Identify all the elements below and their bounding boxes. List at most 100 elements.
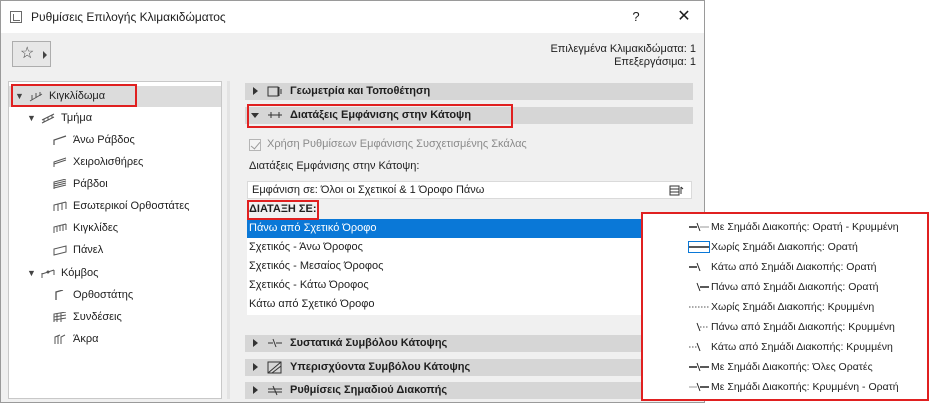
node-icon <box>41 269 55 278</box>
list-row-above-home-story[interactable]: Πάνω από Σχετικό Όροφο <box>247 219 692 238</box>
popup-item-no-break-visible[interactable]: Χωρίς Σημάδι Διακοπής: Ορατή <box>688 238 927 257</box>
tree-label-rails: Ράβδοι <box>73 178 108 190</box>
popup-item-below-break-visible[interactable]: Κάτω από Σημάδι Διακοπής: Ορατή <box>689 258 927 277</box>
popup-item-below-break-hidden[interactable]: Κάτω από Σημάδι Διακοπής: Κρυμμένη <box>689 338 927 357</box>
popup-gutter <box>643 214 688 399</box>
tree-label-node: Κόμβος <box>61 267 99 279</box>
window-title: Ρυθμίσεις Επιλογής Κλιμακιδώματος <box>31 10 226 24</box>
title-bar: Ρυθμίσεις Επιλογής Κλιμακιδώματος ? ✕ <box>1 1 704 33</box>
tree-label-segment: Τμήμα <box>61 112 93 124</box>
panel-header-geometry[interactable]: Γεωμετρία και Τοποθέτηση <box>245 83 693 100</box>
popup-item-break-all-visible[interactable]: Με Σημάδι Διακοπής: Όλες Ορατές <box>689 358 927 377</box>
collapse-arrow-icon[interactable]: ▼ <box>27 263 37 284</box>
dotted-line-icon <box>689 306 709 308</box>
below-break-hidden-icon <box>689 342 701 352</box>
display-order-label: ΔΙΑΤΑΞΗ ΣΕ: <box>249 203 317 215</box>
collapse-arrow-icon[interactable]: ▼ <box>27 108 37 129</box>
collapse-arrow-icon <box>251 113 259 118</box>
panel-title-floorplan-display: Διατάξεις Εμφάνισης στην Κάτοψη <box>290 109 472 121</box>
row-label: Σχετικός - Κάτω Όροφος <box>249 279 369 291</box>
overhead-icon <box>267 361 282 374</box>
row-label: Πάνω από Σχετικό Όροφο <box>249 222 377 234</box>
break-hidden-visible-icon <box>689 382 709 392</box>
show-on-stories-value: Εμφάνιση σε: Όλοι οι Σχετικοί & 1 Όροφο … <box>252 184 485 196</box>
tree-label-railing: Κιγκλίδωμα <box>49 90 106 102</box>
solid-line-icon <box>688 241 710 253</box>
star-icon: ☆ <box>20 45 35 62</box>
above-break-hidden-icon <box>696 322 709 332</box>
checkbox-checked-icon[interactable] <box>249 139 261 151</box>
popup-item-label: Με Σημάδι Διακοπής: Όλες Ορατές <box>711 361 873 373</box>
close-button[interactable]: ✕ <box>672 6 696 28</box>
above-break-visible-icon <box>696 282 709 292</box>
panel-icon <box>53 245 67 256</box>
panel-header-floorplan-display[interactable]: Διατάξεις Εμφάνισης στην Κάτοψη <box>245 107 693 124</box>
tree-label-inner-posts: Εσωτερικοί Ορθοστάτες <box>73 200 190 212</box>
expand-arrow-icon <box>253 363 258 371</box>
panel-title-components: Συστατικά Συμβόλου Κάτοψης <box>290 337 448 349</box>
connections-icon <box>53 312 67 322</box>
element-tree: ▼ Κιγκλίδωμα ▼ Τμήμα Άνω Ράβδος Χειρολισ… <box>8 81 222 399</box>
popup-item-label: Χωρίς Σημάδι Διακοπής: Ορατή <box>711 241 858 253</box>
help-button[interactable]: ? <box>625 7 647 27</box>
selection-info: Επιλεγμένα Κλιμακιδώματα: 1 Επεξεργάσιμα… <box>550 43 696 69</box>
tree-label-ends: Άκρα <box>73 333 99 345</box>
below-break-visible-icon <box>689 262 701 272</box>
ends-icon <box>54 334 66 344</box>
stories-icon[interactable] <box>669 184 685 197</box>
balusters-icon <box>53 223 67 233</box>
tree-label-handrails: Χειρολισθήρες <box>73 156 144 168</box>
floorplan-display-section-label: Διατάξεις Εμφάνισης στην Κάτοψη: <box>249 160 420 172</box>
row-label: Κάτω από Σχετικό Όροφο <box>249 298 375 310</box>
tree-label-panels: Πάνελ <box>73 244 104 256</box>
panel-header-overhead[interactable]: Υπερισχύοντα Συμβόλου Κάτοψης <box>245 359 693 376</box>
show-on-stories-field[interactable]: Εμφάνιση σε: Όλοι οι Σχετικοί & 1 Όροφο … <box>247 181 692 199</box>
list-row-home-bottom-story[interactable]: Σχετικός - Κάτω Όροφος <box>247 276 692 295</box>
popup-item-break-visible-hidden[interactable]: Με Σημάδι Διακοπής: Ορατή - Κρυμμένη <box>689 218 927 237</box>
list-row-home-middle-story[interactable]: Σχετικός - Μεσαίος Όροφος <box>247 257 692 276</box>
components-icon <box>268 338 282 348</box>
railing-selection-settings-dialog: Ρυθμίσεις Επιλογής Κλιμακιδώματος ? ✕ ☆ … <box>0 0 705 403</box>
popup-item-break-hidden-visible[interactable]: Με Σημάδι Διακοπής: Κρυμμένη - Ορατή <box>689 378 927 397</box>
panel-title-breakmark: Ρυθμίσεις Σημαδιού Διακοπής <box>290 384 448 396</box>
tree-label-top-rail: Άνω Ράβδος <box>73 134 135 146</box>
tree-label-connections: Συνδέσεις <box>73 311 122 323</box>
panel-header-breakmark[interactable]: Ρυθμίσεις Σημαδιού Διακοπής <box>245 382 693 399</box>
railing-icon <box>29 92 43 102</box>
handrail-icon <box>53 157 67 167</box>
popup-item-label: Πάνω από Σημάδι Διακοπής: Ορατή <box>711 281 879 293</box>
break-visible-hidden-icon <box>689 222 709 232</box>
row-label: Σχετικός - Άνω Όροφος <box>249 241 363 253</box>
story-display-list: Πάνω από Σχετικό Όροφο Σχετικός - Άνω Όρ… <box>247 219 692 315</box>
app-icon <box>10 11 22 23</box>
popup-item-above-break-visible[interactable]: Πάνω από Σημάδι Διακοπής: Ορατή <box>689 278 927 297</box>
favorites-button[interactable]: ☆ <box>12 41 51 67</box>
tree-label-balusters: Κιγκλίδες <box>73 222 119 234</box>
top-rail-icon <box>53 135 67 145</box>
popup-item-no-break-hidden[interactable]: Χωρίς Σημάδι Διακοπής: Κρυμμένη <box>689 298 927 317</box>
dropdown-arrow-icon <box>43 51 47 59</box>
list-row-home-top-story[interactable]: Σχετικός - Άνω Όροφος <box>247 238 692 257</box>
settings-area: Γεωμετρία και Τοποθέτηση Διατάξεις Εμφάν… <box>233 81 700 401</box>
panel-splitter[interactable] <box>227 81 230 399</box>
floorplan-display-icon <box>268 112 282 118</box>
list-row-below-home-story[interactable]: Κάτω από Σχετικό Όροφο <box>247 295 692 314</box>
expand-arrow-icon <box>253 339 258 347</box>
panel-header-components[interactable]: Συστατικά Συμβόλου Κάτοψης <box>245 335 693 352</box>
break-all-visible-icon <box>689 362 709 372</box>
popup-item-label: Κάτω από Σημάδι Διακοπής: Κρυμμένη <box>711 341 893 353</box>
selected-count: Επιλεγμένα Κλιμακιδώματα: 1 <box>550 43 696 55</box>
expand-arrow-icon <box>253 87 258 95</box>
editable-count: Επεξεργάσιμα: 1 <box>614 56 696 68</box>
collapse-arrow-icon[interactable]: ▼ <box>15 86 25 107</box>
panel-title-overhead: Υπερισχύοντα Συμβόλου Κάτοψης <box>290 361 471 373</box>
expand-arrow-icon <box>253 386 258 394</box>
geometry-icon <box>267 86 282 97</box>
tree-item-railing[interactable]: ▼ Κιγκλίδωμα <box>9 86 221 107</box>
row-label: Σχετικός - Μεσαίος Όροφος <box>249 260 384 272</box>
breakmark-icon <box>268 385 282 396</box>
popup-item-label: Χωρίς Σημάδι Διακοπής: Κρυμμένη <box>711 301 875 313</box>
popup-item-label: Πάνω από Σημάδι Διακοπής: Κρυμμένη <box>711 321 895 333</box>
post-icon <box>55 290 64 300</box>
popup-item-above-break-hidden[interactable]: Πάνω από Σημάδι Διακοπής: Κρυμμένη <box>689 318 927 337</box>
